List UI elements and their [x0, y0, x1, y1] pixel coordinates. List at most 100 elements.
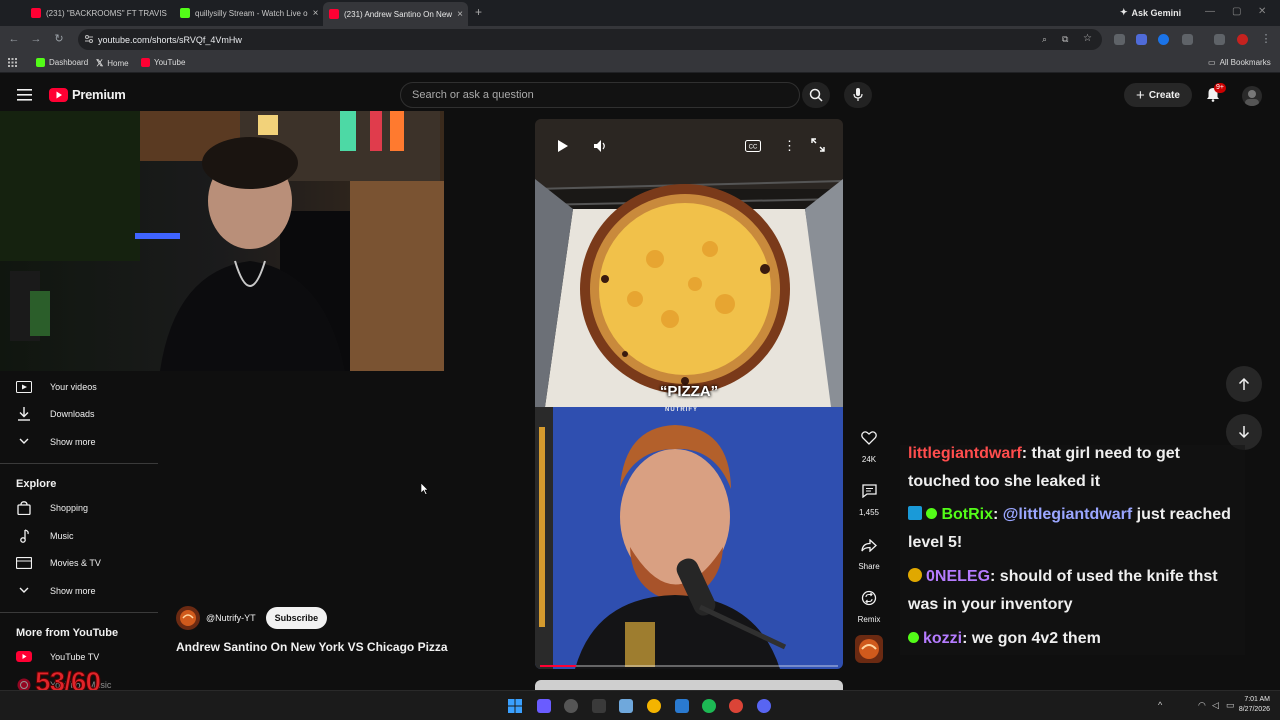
remix-label: Remix — [857, 615, 881, 624]
sidebar-show-more[interactable]: Show more — [16, 581, 96, 601]
remix-icon — [861, 590, 877, 606]
sidebar-item-movies-tv[interactable]: Movies & TV — [16, 553, 101, 573]
new-tab-icon[interactable]: + — [475, 5, 482, 19]
play-icon[interactable] — [557, 139, 569, 153]
account-avatar[interactable] — [1242, 86, 1262, 106]
clock[interactable]: 7:01 AM 8/27/2026 — [1230, 695, 1270, 715]
close-tab-icon[interactable]: × — [457, 9, 463, 20]
chevron-down-icon — [19, 438, 29, 444]
closed-captions-icon[interactable]: CC — [745, 140, 761, 152]
film-icon — [16, 557, 32, 569]
more-from-youtube-heading: More from YouTube — [16, 627, 119, 639]
browser-tab[interactable]: (231) "BACKROOMS" FT TRAVIS × — [25, 3, 170, 23]
more-options-icon[interactable]: ⋮ — [783, 139, 796, 152]
youtube-header: Premium Search or ask a question + Creat… — [0, 74, 1280, 114]
bookmark-home[interactable]: 𝕏 Home — [96, 58, 129, 69]
taskbar-app-icon[interactable] — [564, 699, 578, 713]
maximize-icon[interactable]: ▢ — [1232, 6, 1241, 17]
reload-icon[interactable]: ↻ — [53, 33, 65, 45]
taskbar-app-icon[interactable] — [619, 699, 633, 713]
extensions-puzzle-icon[interactable] — [1182, 34, 1193, 45]
reading-list-icon[interactable] — [1214, 34, 1225, 45]
taskbar-app-icon[interactable] — [592, 699, 606, 713]
browser-tab-active[interactable]: (231) Andrew Santino On New × — [323, 2, 468, 26]
youtube-icon — [141, 58, 150, 67]
channel-avatar[interactable] — [176, 606, 200, 630]
shorts-player[interactable]: “PIZZA” NUTRIFY CC ⋮ — [535, 119, 843, 669]
video-progress-track[interactable] — [540, 665, 838, 667]
volume-icon[interactable] — [593, 139, 607, 153]
voice-search-button[interactable] — [844, 82, 872, 108]
apps-grid-icon[interactable] — [8, 58, 17, 67]
sidebar-divider — [0, 463, 158, 464]
extension-icon[interactable] — [1136, 34, 1147, 45]
next-short-preview[interactable] — [535, 680, 843, 690]
taskbar-app-icon[interactable] — [537, 699, 551, 713]
clock-time: 7:01 AM — [1244, 696, 1270, 703]
sidebar-item-downloads[interactable]: Downloads — [16, 404, 95, 424]
share-button[interactable]: Share — [852, 532, 886, 571]
back-icon[interactable]: ← — [8, 33, 20, 45]
bookmark-youtube[interactable]: YouTube — [141, 58, 185, 67]
tray-overflow-icon[interactable]: ^ — [1158, 700, 1162, 710]
install-app-icon[interactable]: ⧉ — [1062, 34, 1068, 45]
extension-icon[interactable] — [1114, 34, 1125, 45]
spotify-icon[interactable] — [702, 699, 716, 713]
search-input[interactable]: Search or ask a question — [400, 82, 800, 108]
like-button[interactable]: 24K — [855, 425, 883, 464]
ask-gemini-button[interactable]: ✦ Ask Gemini — [1120, 7, 1181, 18]
youtube-logo[interactable]: Premium — [49, 87, 126, 102]
presenter-video-frame — [535, 407, 843, 669]
sidebar-item-shopping[interactable]: Shopping — [16, 498, 88, 518]
sidebar-item-youtube-tv[interactable]: YouTube TV — [16, 647, 99, 667]
browser-menu-icon[interactable]: ⋮ — [1260, 33, 1272, 45]
clock-date: 8/27/2026 — [1238, 706, 1270, 713]
sidebar-item-your-videos[interactable]: Your videos — [16, 377, 97, 397]
remix-button[interactable]: Remix — [852, 585, 886, 624]
subscribe-button[interactable]: Subscribe — [265, 607, 328, 629]
fullscreen-icon[interactable] — [811, 138, 825, 152]
short-title[interactable]: Andrew Santino On New York VS Chicago Pi… — [176, 640, 448, 654]
wifi-icon[interactable]: ◠ — [1198, 700, 1206, 711]
chat-message: kozzi: we gon 4v2 them — [908, 625, 1238, 653]
bookmark-dashboard[interactable]: Dashboard — [36, 58, 88, 67]
zoom-icon[interactable]: ⌕ — [1042, 34, 1047, 45]
sidebar-item-label: Music — [50, 531, 74, 541]
create-button[interactable]: + Create — [1124, 83, 1192, 107]
window-close-icon[interactable]: ✕ — [1258, 6, 1266, 17]
share-arrow-icon — [861, 538, 877, 552]
discord-icon[interactable] — [757, 699, 771, 713]
tab-title: (231) "BACKROOMS" FT TRAVIS — [46, 8, 167, 18]
vscode-icon[interactable] — [675, 699, 689, 713]
search-button[interactable] — [802, 82, 830, 108]
hamburger-menu-icon[interactable] — [17, 89, 32, 101]
chat-username: kozzi — [923, 630, 963, 647]
minimize-icon[interactable]: — — [1205, 6, 1215, 17]
bookmark-star-icon[interactable]: ☆ — [1083, 33, 1092, 44]
kick-icon — [36, 58, 45, 67]
premium-label: Premium — [72, 87, 126, 102]
close-tab-icon[interactable]: × — [313, 8, 319, 19]
channel-handle[interactable]: @Nutrify-YT — [206, 613, 256, 623]
address-bar[interactable]: youtube.com/shorts/sRVQf_4VmHw ⌕ ⧉ ☆ — [78, 29, 1102, 50]
notifications-button[interactable]: 9+ — [1206, 83, 1226, 102]
site-info-icon[interactable] — [84, 34, 94, 44]
extension-icon[interactable] — [1158, 34, 1169, 45]
browser-tab[interactable]: quillysilly Stream - Watch Live o × — [174, 3, 319, 23]
profile-avatar-icon[interactable] — [1237, 34, 1248, 45]
video-progress-fill — [540, 665, 576, 667]
chrome-icon[interactable] — [729, 699, 743, 713]
previous-short-button[interactable] — [1226, 366, 1262, 402]
sidebar-item-music[interactable]: Music — [16, 526, 74, 546]
all-bookmarks[interactable]: ▭ All Bookmarks — [1208, 58, 1271, 67]
windows-start-icon[interactable] — [508, 699, 522, 713]
comments-button[interactable]: 1,455 — [855, 478, 883, 517]
sound-thumbnail[interactable] — [855, 635, 883, 663]
forward-icon[interactable]: → — [30, 33, 42, 45]
chrome-icon[interactable] — [647, 699, 661, 713]
comment-count: 1,455 — [858, 508, 880, 517]
sidebar-item-label: Your videos — [50, 382, 97, 392]
speaker-icon[interactable]: ◁ — [1212, 700, 1219, 711]
sidebar-show-more[interactable]: Show more — [16, 432, 96, 452]
youtube-favicon-icon — [329, 9, 339, 19]
